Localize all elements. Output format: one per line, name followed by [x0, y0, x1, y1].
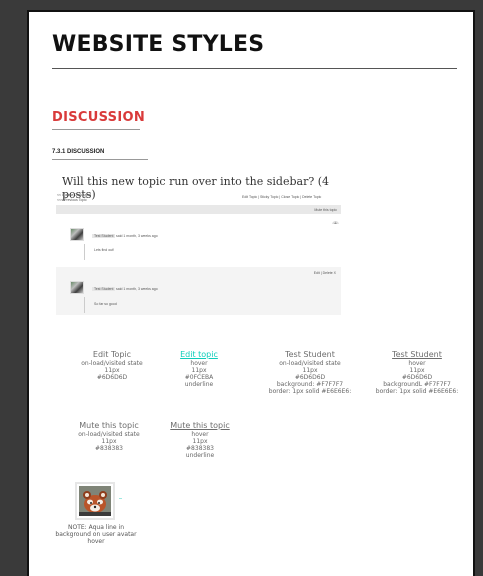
- spec-line: hover: [190, 360, 208, 367]
- post-actions[interactable]: Edit | Delete X: [314, 271, 336, 275]
- mute-topic-link-hover[interactable]: Mute this topic: [155, 421, 245, 430]
- document-page: WEBSITE STYLES DISCUSSION 7.3.1 DISCUSSI…: [27, 10, 475, 576]
- edit-topic-link[interactable]: Edit Topic: [67, 350, 157, 359]
- spec-line: #6D6D6D: [96, 374, 128, 381]
- spec-line: border: 1px solid #E6E6E6:: [268, 388, 352, 395]
- aqua-hover-line: [119, 498, 122, 499]
- avatar-note: NOTE: Aqua line in background on user av…: [55, 524, 137, 545]
- post-content: So far so good: [94, 302, 117, 306]
- style-spec-test-student: Test Student on-load/visited state 11px …: [255, 350, 365, 395]
- spec-line: border: 1px solid #E6E6E6:: [375, 388, 459, 395]
- post-author[interactable]: Test Student: [92, 287, 116, 291]
- style-spec-mute-topic: Mute this topic on-load/visited state 11…: [59, 421, 159, 452]
- post-item: Edit | Delete X Test Student said 1 mont…: [56, 267, 341, 315]
- section-title: DISCUSSION: [52, 110, 145, 125]
- edit-topic-link-hover[interactable]: Edit topic: [159, 350, 239, 359]
- spec-line: hover: [191, 431, 209, 438]
- style-spec-test-student-hover: Test Student hover 11px #6D6D6D backgrou…: [363, 350, 471, 395]
- subsection-underline: [52, 159, 148, 160]
- page-title: WEBSITE STYLES: [52, 32, 265, 57]
- spec-line: #838383: [95, 445, 123, 452]
- spec-line: background: #F7F7F7: [276, 381, 344, 388]
- spec-line: 11px: [409, 367, 425, 374]
- spec-line: backgroundL #F7F7F7: [383, 381, 451, 388]
- topic-admin-links[interactable]: Edit Topic | Sticky Topic | Close Topic …: [242, 195, 321, 199]
- avatar[interactable]: [70, 281, 84, 294]
- spec-line: #6D6D6D: [401, 374, 433, 381]
- section-underline: [52, 129, 140, 130]
- spec-line: 11px: [302, 367, 318, 374]
- mute-topic-link[interactable]: Mute this topic: [59, 421, 159, 430]
- post-author[interactable]: Test Student: [92, 234, 116, 238]
- spec-line: 11px: [104, 367, 120, 374]
- user-avatar-hover-example[interactable]: [75, 482, 115, 520]
- spec-line: 11px: [191, 367, 207, 374]
- author-badge-link-hover[interactable]: Test Student: [363, 350, 471, 359]
- spec-line: hover: [408, 360, 426, 367]
- thread-toolbar: Mute this topic: [56, 205, 341, 214]
- spec-line: 11px: [101, 438, 117, 445]
- spec-line: #0FCEBA: [184, 374, 214, 381]
- author-badge-link[interactable]: Test Student: [255, 350, 365, 359]
- avatar[interactable]: [70, 228, 84, 241]
- discussion-screenshot: Will this new topic run over into the si…: [56, 172, 341, 326]
- title-divider: [52, 68, 457, 69]
- post-divider: [84, 297, 85, 313]
- spec-line: underline: [185, 452, 215, 459]
- post-divider: [84, 244, 85, 260]
- spec-line: 11px: [192, 438, 208, 445]
- breadcrumb-link[interactable]: << Course Discussion: [57, 193, 91, 197]
- red-panda-icon: [79, 486, 111, 516]
- post-meta: said 1 month, 3 weeks ago: [116, 234, 158, 238]
- style-spec-edit-topic: Edit Topic on-load/visited state 11px #6…: [67, 350, 157, 381]
- spec-line: on-load/visited state: [81, 360, 143, 367]
- style-spec-mute-topic-hover: Mute this topic hover 11px #838383 under…: [155, 421, 245, 459]
- mute-topic-link[interactable]: Mute this topic: [314, 208, 337, 212]
- spec-line: on-load/visited state: [279, 360, 341, 367]
- post-content: Lets find out!: [94, 248, 115, 252]
- previous-topic-link[interactable]: <<< Previous Topic: [57, 198, 87, 202]
- spec-line: on-load/visited state: [78, 431, 140, 438]
- style-spec-edit-topic-hover: Edit topic hover 11px #0FCEBA underline: [159, 350, 239, 388]
- post-meta: said 1 month, 3 weeks ago: [116, 287, 158, 291]
- spec-line: #6D6D6D: [294, 374, 326, 381]
- subsection-title: 7.3.1 DISCUSSION: [52, 149, 105, 155]
- red-panda-avatar: [79, 486, 111, 516]
- spec-line: #838383: [186, 445, 214, 452]
- post-item: Test Student said 1 month, 3 weeks ago L…: [56, 224, 341, 262]
- spec-line: underline: [184, 381, 214, 388]
